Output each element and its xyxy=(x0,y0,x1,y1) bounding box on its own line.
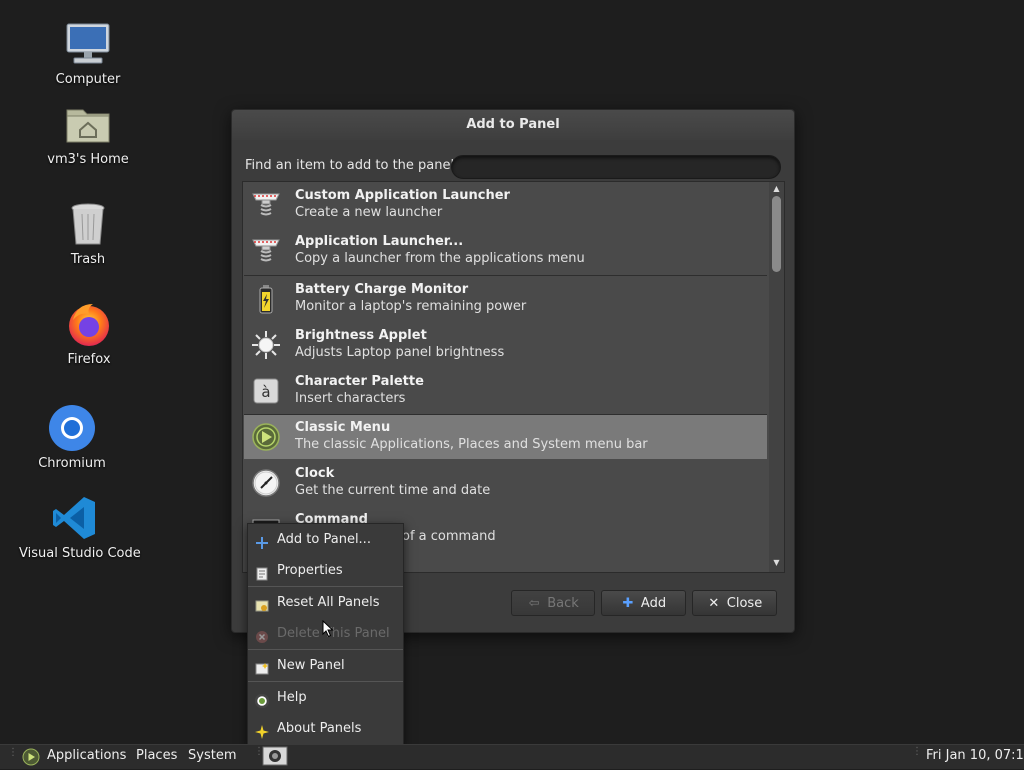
item-desc: Insert characters xyxy=(295,391,406,406)
menu-item-properties[interactable]: Properties xyxy=(248,557,403,585)
menu-item-new-panel[interactable]: New Panel xyxy=(248,652,403,680)
character-palette-icon: à xyxy=(251,376,281,406)
menu-places[interactable]: Places xyxy=(136,748,177,763)
battery-icon xyxy=(251,284,281,314)
applet-list[interactable]: Custom Application Launcher Create a new… xyxy=(242,181,785,573)
trash-icon xyxy=(64,200,112,248)
clock-icon xyxy=(251,468,281,498)
new-panel-icon xyxy=(255,659,269,675)
scroll-up-icon[interactable]: ▲ xyxy=(772,184,781,193)
item-name: Application Launcher... xyxy=(295,234,464,249)
panel-clock[interactable]: Fri Jan 10, 07:10 xyxy=(926,748,1024,763)
item-name: Battery Charge Monitor xyxy=(295,282,469,297)
classic-menu-icon xyxy=(251,422,281,452)
panel-handle-icon[interactable]: ⋮ xyxy=(8,747,18,765)
list-item[interactable]: à Character Palette Insert characters xyxy=(244,369,767,413)
dialog-title: Add to Panel xyxy=(232,110,794,140)
item-desc: The classic Applications, Places and Sys… xyxy=(295,437,648,452)
item-desc: Copy a launcher from the applications me… xyxy=(295,251,585,266)
close-icon: ✕ xyxy=(708,596,720,611)
find-label: Find an item to add to the panel: xyxy=(245,158,459,173)
add-button[interactable]: ✚ Add xyxy=(601,590,686,616)
menu-item-label: Help xyxy=(277,690,307,705)
find-row: Find an item to add to the panel: xyxy=(245,155,782,179)
reset-icon xyxy=(255,596,269,612)
menu-item-label: Reset All Panels xyxy=(277,595,380,610)
item-desc: of a command xyxy=(402,529,496,544)
list-item[interactable]: Application Launcher... Copy a launcher … xyxy=(244,229,767,273)
menu-item-help[interactable]: Help xyxy=(248,684,403,712)
desktop-icon-label: Chromium xyxy=(38,456,106,471)
scroll-down-icon[interactable]: ▼ xyxy=(772,558,781,567)
menu-item-label: New Panel xyxy=(277,658,345,673)
about-icon xyxy=(255,722,269,739)
list-scrollbar[interactable]: ▲ ▼ xyxy=(769,182,784,572)
menu-item-add-to-panel[interactable]: Add to Panel... xyxy=(248,526,403,554)
plus-icon: ✚ xyxy=(622,596,634,611)
back-button-label: Back xyxy=(547,596,579,611)
launcher-icon xyxy=(251,190,281,220)
item-name: Classic Menu xyxy=(295,420,391,435)
item-desc: Monitor a laptop's remaining power xyxy=(295,299,527,314)
screenshot-launcher-icon[interactable] xyxy=(262,746,288,770)
menu-item-label: Properties xyxy=(277,563,343,578)
desktop-icon-label: Visual Studio Code xyxy=(19,546,141,561)
delete-icon xyxy=(255,627,269,643)
list-item[interactable]: Clock Get the current time and date xyxy=(244,461,767,505)
menu-separator xyxy=(248,681,403,682)
vscode-icon xyxy=(50,494,98,542)
desktop-icon-trash[interactable]: Trash xyxy=(33,200,143,267)
launcher-icon xyxy=(251,236,281,266)
item-name: Character Palette xyxy=(295,374,424,389)
menu-separator xyxy=(248,649,403,650)
back-button[interactable]: ⇦ Back xyxy=(511,590,595,616)
desktop-icon-firefox[interactable]: Firefox xyxy=(34,300,144,367)
list-item[interactable]: Battery Charge Monitor Monitor a laptop'… xyxy=(244,277,767,321)
mouse-pointer-icon xyxy=(322,619,334,638)
desktop-icon-label: Firefox xyxy=(67,352,111,367)
desktop-icon-label: Computer xyxy=(55,72,121,87)
list-item-selected[interactable]: Classic Menu The classic Applications, P… xyxy=(244,415,767,459)
item-desc: Adjusts Laptop panel brightness xyxy=(295,345,505,360)
desktop-icon-label: vm3's Home xyxy=(47,152,129,167)
home-folder-icon xyxy=(64,100,112,148)
desktop-icon-home[interactable]: vm3's Home xyxy=(33,100,143,167)
list-separator xyxy=(244,275,767,276)
applications-menu-icon xyxy=(22,748,40,770)
panel-separator-handle-icon: ⋮ xyxy=(912,746,922,757)
desktop-icon-computer[interactable]: Computer xyxy=(33,20,143,87)
menu-item-reset-all-panels[interactable]: Reset All Panels xyxy=(248,589,403,617)
properties-icon xyxy=(255,564,269,581)
item-name: Clock xyxy=(295,466,335,481)
close-button[interactable]: ✕ Close xyxy=(692,590,777,616)
item-name: Brightness Applet xyxy=(295,328,427,343)
firefox-icon xyxy=(65,300,113,348)
menu-separator xyxy=(248,586,403,587)
desktop-icon-chromium[interactable]: Chromium xyxy=(17,404,127,471)
menu-item-label: Add to Panel... xyxy=(277,532,371,547)
list-item[interactable]: Brightness Applet Adjusts Laptop panel b… xyxy=(244,323,767,367)
bottom-panel: ⋮ Applications Places System ⋮ ⋮ Fri Jan… xyxy=(0,744,1024,769)
svg-text:à: à xyxy=(261,383,270,401)
help-icon xyxy=(254,691,270,709)
list-item[interactable]: Custom Application Launcher Create a new… xyxy=(244,183,767,227)
arrow-left-icon: ⇦ xyxy=(528,596,540,611)
item-desc: Get the current time and date xyxy=(295,483,491,498)
plus-icon xyxy=(255,533,269,549)
computer-icon xyxy=(64,20,112,68)
item-desc: Create a new launcher xyxy=(295,205,443,220)
menu-applications[interactable]: Applications xyxy=(47,748,126,763)
brightness-icon xyxy=(251,330,281,360)
menu-item-label: About Panels xyxy=(277,721,362,736)
item-name: Custom Application Launcher xyxy=(295,188,510,203)
menu-item-about-panels[interactable]: About Panels xyxy=(248,715,403,743)
chromium-icon xyxy=(48,404,96,452)
menu-system[interactable]: System xyxy=(188,748,236,763)
scroll-thumb[interactable] xyxy=(772,196,781,272)
desktop-icon-label: Trash xyxy=(70,252,106,267)
search-input[interactable] xyxy=(451,155,781,179)
close-button-label: Close xyxy=(726,596,763,611)
add-button-label: Add xyxy=(640,596,667,611)
desktop-icon-vscode[interactable]: Visual Studio Code xyxy=(19,494,141,561)
